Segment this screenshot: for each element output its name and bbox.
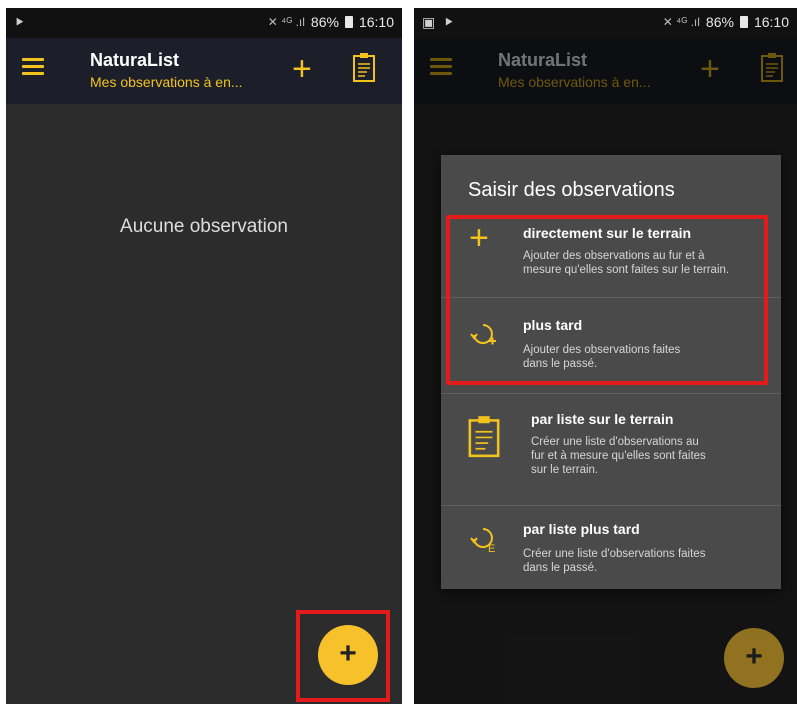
option-title: par liste sur le terrain (531, 411, 674, 427)
option-list-field[interactable]: par liste sur le terrain Créer une liste… (441, 399, 781, 499)
dialog-title: Saisir des observations (468, 179, 675, 201)
clipboard-icon (468, 416, 500, 458)
battery-icon (739, 16, 748, 28)
notification-icon: ⯈ (443, 14, 455, 30)
option-list-later[interactable]: E par liste plus tard Créer une liste d'… (441, 507, 781, 587)
option-description: Créer une liste d'observations faites da… (523, 548, 706, 574)
battery-level: 86% (705, 14, 734, 30)
highlight-box (296, 610, 390, 702)
svg-text:E: E (488, 543, 495, 553)
option-description: Créer une liste d'observations au fur et… (531, 436, 706, 476)
notification-icon: ⯈ (14, 14, 26, 30)
status-bar: ▣ ⯈ ✕ ⁴ᴳ .ıl 86% 16:10 (414, 8, 797, 38)
status-bar: ⯈ ✕ ⁴ᴳ .ıl 86% 16:10 (6, 8, 402, 38)
app-bar: NaturaList Mes observations à en... + (6, 38, 402, 104)
history-list-icon: E (470, 528, 495, 553)
menu-icon[interactable] (22, 58, 44, 76)
main-screen: ⯈ ✕ ⁴ᴳ .ıl 86% 16:10 NaturaList Mes obse… (6, 8, 402, 704)
signal-icon: ✕ ⁴ᴳ .ıl (267, 15, 305, 29)
clock: 16:10 (358, 14, 394, 30)
option-title: par liste plus tard (523, 521, 640, 537)
image-icon: ▣ (422, 14, 436, 30)
add-observation-button: + (724, 628, 784, 688)
app-subtitle: Mes observations à en... (90, 74, 243, 90)
divider (441, 393, 781, 394)
divider (441, 505, 781, 506)
add-icon[interactable]: + (292, 52, 312, 86)
clipboard-icon[interactable] (352, 52, 376, 82)
empty-state-text: Aucune observation (120, 216, 288, 237)
battery-icon (344, 16, 353, 28)
signal-icon: ✕ ⁴ᴳ .ıl (662, 15, 700, 29)
highlight-box (446, 215, 768, 385)
app-title: NaturaList (90, 50, 180, 70)
clock: 16:10 (753, 14, 789, 30)
battery-level: 86% (310, 14, 339, 30)
dialog-screen: ▣ ⯈ ✕ ⁴ᴳ .ıl 86% 16:10 NaturaList Mes ob… (414, 8, 797, 704)
